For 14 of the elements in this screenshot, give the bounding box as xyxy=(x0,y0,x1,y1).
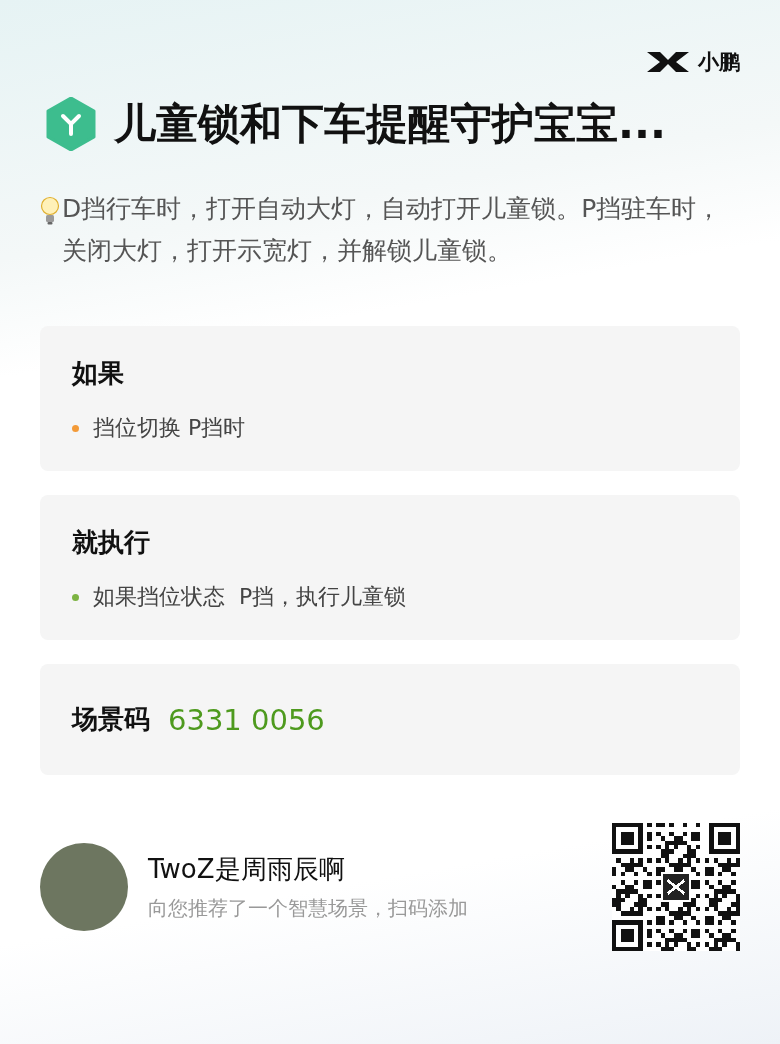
card-heading: 如果 xyxy=(72,357,125,390)
scene-title: 儿童锁和下车提醒守护宝宝... xyxy=(114,98,666,150)
brand-name: 小鹏 xyxy=(698,49,740,76)
scene-code-value: 6331 0056 xyxy=(168,702,325,737)
share-message: 向您推荐了一个智慧场景，扫码添加 xyxy=(148,895,469,922)
rule-text: 如果挡位状态 P挡，执行儿童锁 xyxy=(93,583,407,611)
scene-hexagon-icon xyxy=(46,97,96,151)
scene-description: D挡行车时，打开自动大灯，自动打开儿童锁。P挡驻车时，关闭大灯，打开示宽灯，并解锁儿童锁。 xyxy=(62,193,723,267)
brand-logo-icon xyxy=(646,50,690,74)
lightbulb-icon xyxy=(40,196,60,226)
user-name: TwoZ是周雨辰啊 xyxy=(148,853,346,886)
rule-text: 挡位切换 P挡时 xyxy=(93,414,246,442)
card-heading: 就执行 xyxy=(72,526,151,559)
scene-code-label: 场景码 xyxy=(72,703,150,736)
